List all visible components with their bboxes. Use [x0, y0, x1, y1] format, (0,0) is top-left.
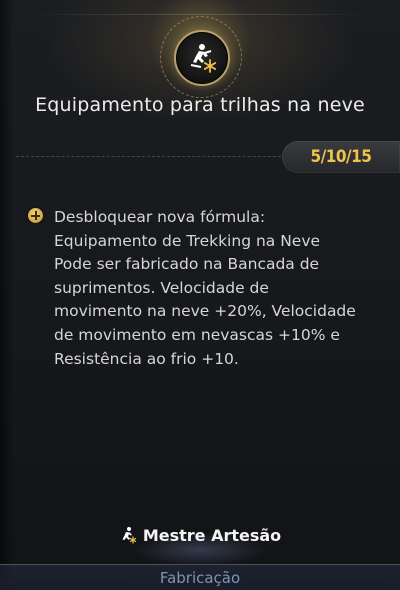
- runner-icon: [122, 527, 137, 544]
- footer: Mestre Artesão Fabricação: [0, 520, 400, 590]
- skill-detail-panel: Equipamento para trilhas na neve 5/10/15…: [0, 0, 400, 590]
- skill-level-text: 5/10/15: [310, 147, 372, 167]
- rank-label: Mestre Artesão: [0, 526, 400, 545]
- effect-line: Pode ser fabricado na Bancada de: [54, 255, 320, 274]
- effect-line: suprimentos. Velocidade de: [54, 278, 269, 297]
- tab-fabricacao[interactable]: Fabricação: [0, 564, 400, 590]
- skill-title: Equipamento para trilhas na neve: [35, 94, 365, 116]
- effect-description: Desbloquear nova fórmula: Equipamento de…: [54, 206, 394, 371]
- effect-line: Resistência ao frio +10.: [54, 349, 239, 368]
- effect-line: Equipamento de Trekking na Neve: [54, 231, 321, 250]
- effect-line: de movimento em nevascas +10% e: [54, 325, 340, 344]
- skill-level-badge: 5/10/15: [282, 141, 400, 173]
- tab-fabricacao-label: Fabricação: [159, 569, 241, 587]
- plus-circle-icon: [28, 208, 43, 223]
- effect-line: Desbloquear nova fórmula:: [54, 208, 266, 226]
- divider: [16, 156, 291, 157]
- effect-line: movimento na neve +20%, Velocidade: [54, 302, 356, 321]
- rank-label-text: Mestre Artesão: [142, 526, 282, 545]
- skill-emblem: [174, 30, 230, 86]
- panel-left-shadow: [0, 0, 14, 590]
- skier-snowflake-icon: [190, 44, 217, 73]
